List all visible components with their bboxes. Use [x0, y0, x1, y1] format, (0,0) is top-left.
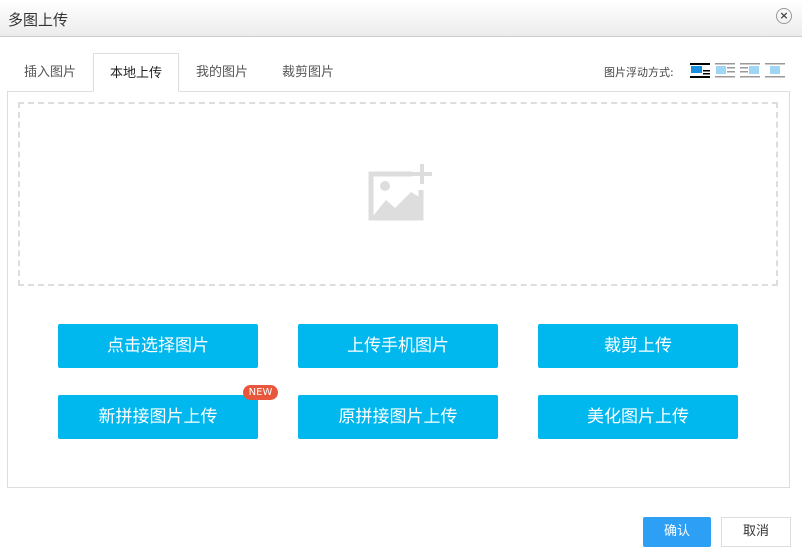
float-center-icon[interactable] [765, 62, 785, 78]
beautify-upload-button[interactable]: 美化图片上传 [538, 395, 738, 439]
float-mode-label: 图片浮动方式: [604, 66, 674, 79]
new-collage-upload-button[interactable]: 新拼接图片上传 [58, 395, 258, 439]
close-icon[interactable]: × [776, 8, 792, 24]
tab-insert-image[interactable]: 插入图片 [8, 53, 92, 92]
select-images-button[interactable]: 点击选择图片 [58, 324, 258, 368]
upload-phone-images-button[interactable]: 上传手机图片 [298, 324, 498, 368]
float-left-icon[interactable] [715, 62, 735, 78]
cancel-button[interactable]: 取消 [721, 517, 791, 547]
tab-crop-image[interactable]: 裁剪图片 [266, 53, 350, 92]
original-collage-upload-button[interactable]: 原拼接图片上传 [298, 395, 498, 439]
add-image-icon [368, 164, 432, 221]
new-badge: NEW [243, 385, 278, 400]
drop-zone[interactable] [18, 102, 778, 286]
confirm-button[interactable]: 确认 [643, 517, 711, 547]
tab-my-images[interactable]: 我的图片 [180, 53, 264, 92]
float-right-icon[interactable] [740, 62, 760, 78]
dialog-title: 多图上传 [8, 11, 69, 29]
crop-upload-button[interactable]: 裁剪上传 [538, 324, 738, 368]
tab-local-upload[interactable]: 本地上传 [93, 53, 179, 92]
dialog-titlebar: 多图上传 × [0, 0, 802, 37]
float-none-icon[interactable] [690, 62, 710, 78]
